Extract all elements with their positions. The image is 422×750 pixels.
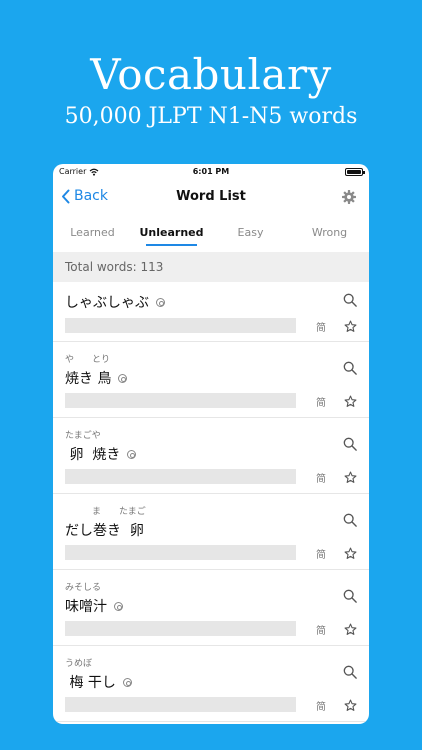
word-row[interactable]: しゃぶしゃぶ 简 [53, 282, 369, 342]
search-icon[interactable] [343, 513, 357, 527]
search-icon[interactable] [343, 437, 357, 451]
star-outline-icon[interactable] [344, 699, 357, 712]
meaning-reveal-bar[interactable] [65, 393, 296, 408]
simplified-toggle-button[interactable]: 简 [316, 622, 326, 637]
word-reading: うめぼ [65, 659, 93, 669]
status-bar: Carrier 6:01 PM [53, 164, 369, 180]
word-text: 梅 干し [65, 672, 132, 692]
search-icon[interactable] [343, 361, 357, 375]
star-outline-icon[interactable] [344, 395, 357, 408]
simplified-toggle-button[interactable]: 简 [316, 698, 326, 713]
word-label: 卵 焼き [65, 447, 121, 463]
star-outline-icon[interactable] [344, 547, 357, 560]
word-text: しゃぶしゃぶ [65, 292, 165, 312]
word-reading: ま たまご [65, 507, 146, 517]
word-row[interactable]: うめぼ 梅 干し 简 [53, 646, 369, 722]
word-label: 味噌汁 [65, 599, 107, 615]
word-row[interactable]: みそしる 味噌汁 简 [53, 570, 369, 646]
simplified-toggle-button[interactable]: 简 [316, 394, 326, 409]
simplified-toggle-button[interactable]: 简 [316, 470, 326, 485]
tab-bar: Learned Unlearned Easy Wrong [53, 214, 369, 252]
word-row[interactable]: ま たまご だし巻き 卵 简 [53, 494, 369, 570]
search-icon[interactable] [343, 589, 357, 603]
word-row[interactable]: や とり 焼き 鳥 简 [53, 342, 369, 418]
pitch-accent-icon [118, 373, 128, 383]
total-words-header: Total words: 113 [53, 252, 369, 282]
word-row[interactable]: たまごや 卵 焼き 简 [53, 418, 369, 494]
word-reading: みそしる [65, 583, 102, 593]
tab-wrong[interactable]: Wrong [290, 214, 369, 252]
hero-title: Vocabulary [90, 50, 332, 99]
word-label: 焼き 鳥 [65, 371, 112, 387]
meaning-reveal-bar[interactable] [65, 318, 296, 333]
star-outline-icon[interactable] [344, 471, 357, 484]
word-label: しゃぶしゃぶ [65, 295, 149, 311]
pitch-accent-icon [122, 677, 132, 687]
meaning-reveal-bar[interactable] [65, 621, 296, 636]
battery-icon [345, 168, 365, 176]
word-list: しゃぶしゃぶ 简 や とり 焼き 鳥 简 たまごや 卵 焼き 简 ま たまご だ… [53, 282, 369, 722]
gear-icon[interactable] [341, 189, 357, 205]
hero-subtitle: 50,000 JLPT N1-N5 words [64, 104, 358, 129]
page-title: Word List [176, 189, 246, 204]
status-time: 6:01 PM [192, 167, 230, 176]
tab-learned[interactable]: Learned [53, 214, 132, 252]
star-outline-icon[interactable] [344, 623, 357, 636]
word-text: 焼き 鳥 [65, 368, 128, 388]
navigation-bar: Back Word List [53, 180, 369, 214]
search-icon[interactable] [343, 293, 357, 307]
meaning-reveal-bar[interactable] [65, 697, 296, 712]
simplified-toggle-button[interactable]: 简 [316, 546, 326, 561]
pitch-accent-icon [156, 297, 165, 307]
word-reading: や とり [65, 355, 111, 365]
word-label: 梅 干し [65, 675, 116, 691]
meaning-reveal-bar[interactable] [65, 545, 296, 560]
word-text: 味噌汁 [65, 596, 123, 616]
tab-easy[interactable]: Easy [211, 214, 290, 252]
meaning-reveal-bar[interactable] [65, 469, 296, 484]
word-reading: たまごや [65, 431, 101, 441]
star-outline-icon[interactable] [344, 320, 357, 333]
pitch-accent-icon [127, 449, 137, 459]
tab-unlearned[interactable]: Unlearned [132, 214, 211, 252]
simplified-toggle-button[interactable]: 简 [316, 319, 326, 334]
phone-screen: Carrier 6:01 PM Back Word List Learned U… [53, 164, 369, 724]
search-icon[interactable] [343, 665, 357, 679]
word-text: だし巻き 卵 [65, 520, 144, 540]
word-label: だし巻き 卵 [65, 523, 144, 539]
word-text: 卵 焼き [65, 444, 137, 464]
pitch-accent-icon [114, 601, 123, 611]
